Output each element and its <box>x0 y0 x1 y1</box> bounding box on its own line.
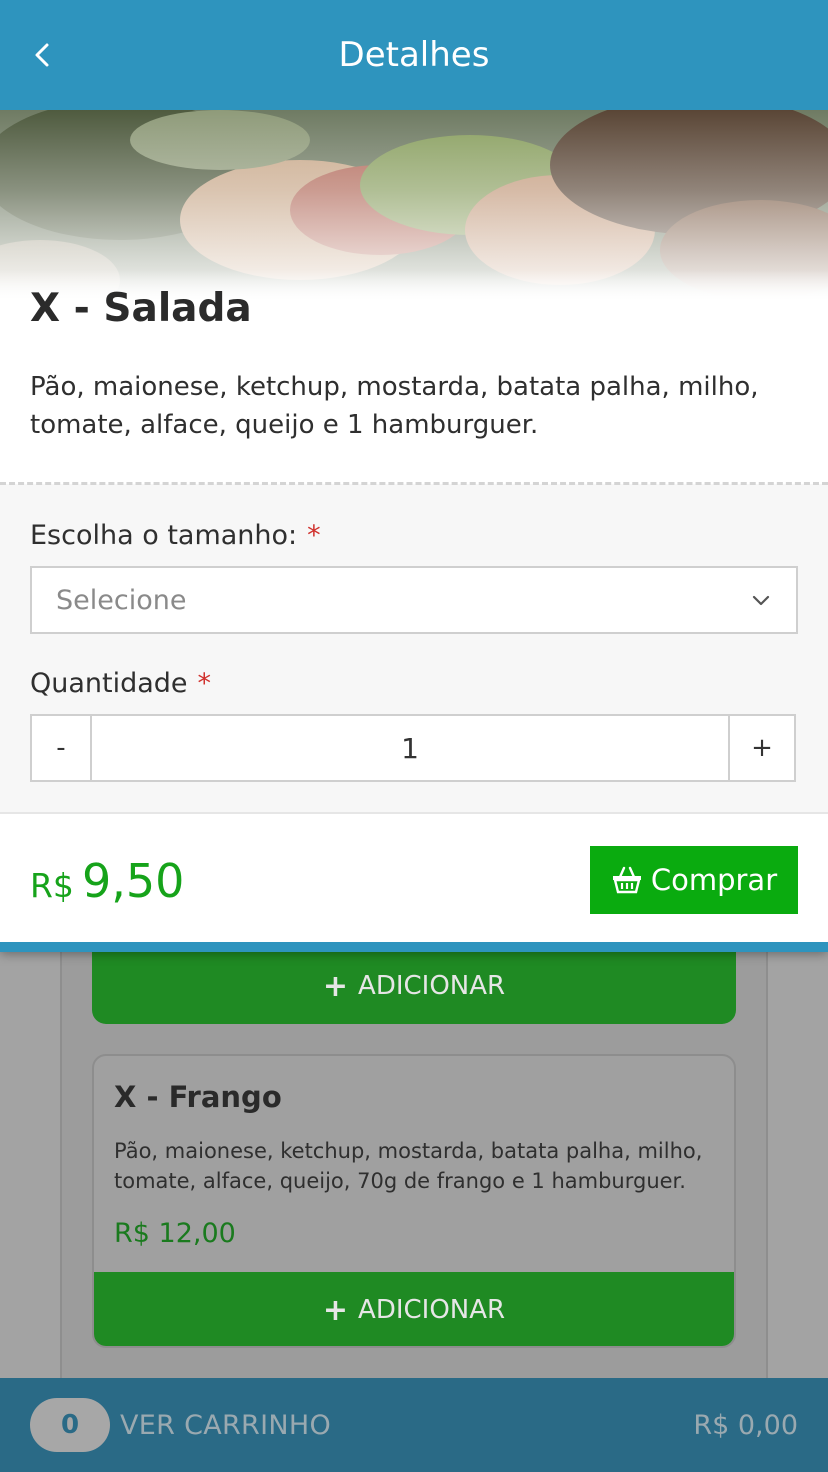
add-button-label: ADICIONAR <box>358 971 506 1001</box>
cart-count-badge: 0 <box>30 1398 110 1452</box>
cart-bar[interactable]: 0 VER CARRINHO R$ 0,00 <box>0 1378 828 1472</box>
buy-button-label: Comprar <box>650 863 778 897</box>
quantity-value[interactable]: 1 <box>92 716 728 780</box>
quantity-label: Quantidade * <box>30 668 211 699</box>
basket-icon <box>612 866 641 894</box>
required-mark: * <box>307 520 321 551</box>
product-card-price: R$ 12,00 <box>114 1218 236 1249</box>
chevron-left-icon <box>35 43 49 67</box>
dashed-divider <box>0 482 828 485</box>
quantity-stepper: - 1 + <box>30 714 796 782</box>
view-cart-label[interactable]: VER CARRINHO <box>120 1410 331 1441</box>
product-info: X - Salada Pão, maionese, ketchup, mosta… <box>0 270 828 484</box>
product-title: X - Salada <box>30 286 252 331</box>
plus-icon: + <box>322 968 349 1004</box>
decrease-button[interactable]: - <box>32 716 92 780</box>
back-button[interactable] <box>22 35 62 75</box>
size-label-text: Escolha o tamanho: <box>30 520 298 551</box>
size-label: Escolha o tamanho: * <box>30 520 321 551</box>
add-button[interactable]: + ADICIONAR <box>94 1272 734 1346</box>
purchase-bar: R$ 9,50 Comprar <box>0 812 828 942</box>
buy-button[interactable]: Comprar <box>590 846 798 914</box>
page-title: Detalhes <box>338 35 490 75</box>
plus-icon: + <box>322 1292 349 1328</box>
size-select[interactable]: Selecione <box>30 566 798 634</box>
header-bar: Detalhes <box>0 0 828 110</box>
product-card-description: Pão, maionese, ketchup, mostarda, batata… <box>114 1139 703 1193</box>
price-value: 9,50 <box>81 854 185 908</box>
options-section: Escolha o tamanho: * Selecione Quantidade… <box>0 486 828 814</box>
cart-total: R$ 0,00 <box>693 1409 798 1441</box>
required-mark: * <box>197 668 212 699</box>
product-description: Pão, maionese, ketchup, mostarda, batata… <box>30 372 759 440</box>
increase-button[interactable]: + <box>728 716 794 780</box>
product-details-modal: Detalhes X - Salada Pão, maionese, ketch… <box>0 0 828 952</box>
size-select-placeholder: Selecione <box>56 584 187 616</box>
price: R$ 9,50 <box>30 854 184 908</box>
chevron-down-icon <box>752 595 770 606</box>
price-currency: R$ <box>30 866 74 905</box>
quantity-label-text: Quantidade <box>30 668 188 699</box>
add-button[interactable]: + ADICIONAR <box>92 948 736 1024</box>
modal-bottom-border <box>0 942 828 952</box>
product-card[interactable]: X - Frango Pão, maionese, ketchup, mosta… <box>92 1054 736 1348</box>
product-card-title: X - Frango <box>114 1080 282 1114</box>
add-button-label: ADICIONAR <box>358 1295 506 1325</box>
